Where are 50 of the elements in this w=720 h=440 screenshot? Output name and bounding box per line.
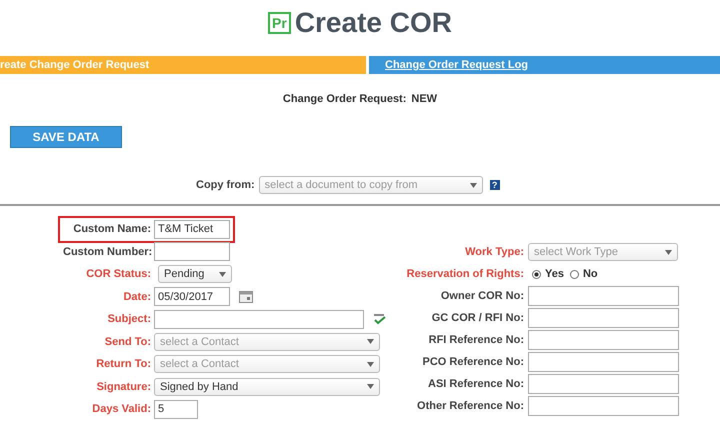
logo-icon: Pr xyxy=(268,12,291,34)
input-field[interactable]: 5 xyxy=(154,400,198,419)
field-label: Copy from: xyxy=(196,179,255,191)
radio-option[interactable]: Yes xyxy=(532,268,564,280)
field-label: GC COR / RFI No: xyxy=(430,312,524,324)
field-label: Send To: xyxy=(104,336,151,348)
status-label: Change Order Request: xyxy=(282,93,406,105)
field-label: PCO Reference No: xyxy=(422,356,524,368)
field-label: ASI Reference No: xyxy=(427,378,524,390)
radio-label: Yes xyxy=(545,268,564,280)
caret-icon xyxy=(219,272,226,277)
dropdown[interactable]: Signed by Hand xyxy=(154,378,380,396)
calendar-icon[interactable] xyxy=(239,290,253,303)
caret-icon xyxy=(367,339,374,344)
input-field[interactable] xyxy=(528,330,679,350)
input-field[interactable]: T&M Ticket xyxy=(154,220,230,239)
input-field[interactable] xyxy=(528,286,679,306)
field-label: Signature: xyxy=(96,380,151,393)
help-icon[interactable]: ? xyxy=(490,180,500,190)
radio-label: No xyxy=(582,268,598,280)
field-label: Custom Number: xyxy=(63,246,151,258)
input-field[interactable] xyxy=(528,374,679,394)
input-field[interactable] xyxy=(528,352,679,372)
field-label: Return To: xyxy=(95,358,151,370)
field-label: Custom Name: xyxy=(72,223,151,236)
status-value: NEW xyxy=(411,93,438,105)
spellcheck-icon[interactable] xyxy=(373,313,387,326)
field-label: Reservation of Rights: xyxy=(406,268,524,280)
field-label: COR Status: xyxy=(85,268,151,280)
input-field[interactable] xyxy=(154,242,230,262)
caret-icon xyxy=(665,250,672,254)
field-label: Days Valid: xyxy=(91,403,151,416)
input-field[interactable]: 05/30/2017 xyxy=(154,287,230,306)
caret-icon xyxy=(367,362,374,367)
radio-option[interactable]: No xyxy=(570,268,598,280)
field-label: RFI Reference No: xyxy=(428,334,524,346)
dropdown[interactable]: Pending xyxy=(158,265,232,284)
radio-icon[interactable] xyxy=(532,270,541,278)
input-field[interactable] xyxy=(528,396,679,416)
field-label: Other Reference No: xyxy=(416,400,524,412)
caret-icon xyxy=(470,182,477,188)
field-label: Subject: xyxy=(106,313,151,326)
radio-icon[interactable] xyxy=(570,270,579,278)
field-label: Date: xyxy=(122,290,151,303)
field-label: Owner COR No: xyxy=(440,290,524,302)
page-title: Create COR xyxy=(294,7,452,39)
input-field[interactable] xyxy=(154,310,364,329)
field-label: Work Type: xyxy=(464,246,524,258)
input-field[interactable] xyxy=(528,308,679,328)
caret-icon xyxy=(367,384,374,390)
